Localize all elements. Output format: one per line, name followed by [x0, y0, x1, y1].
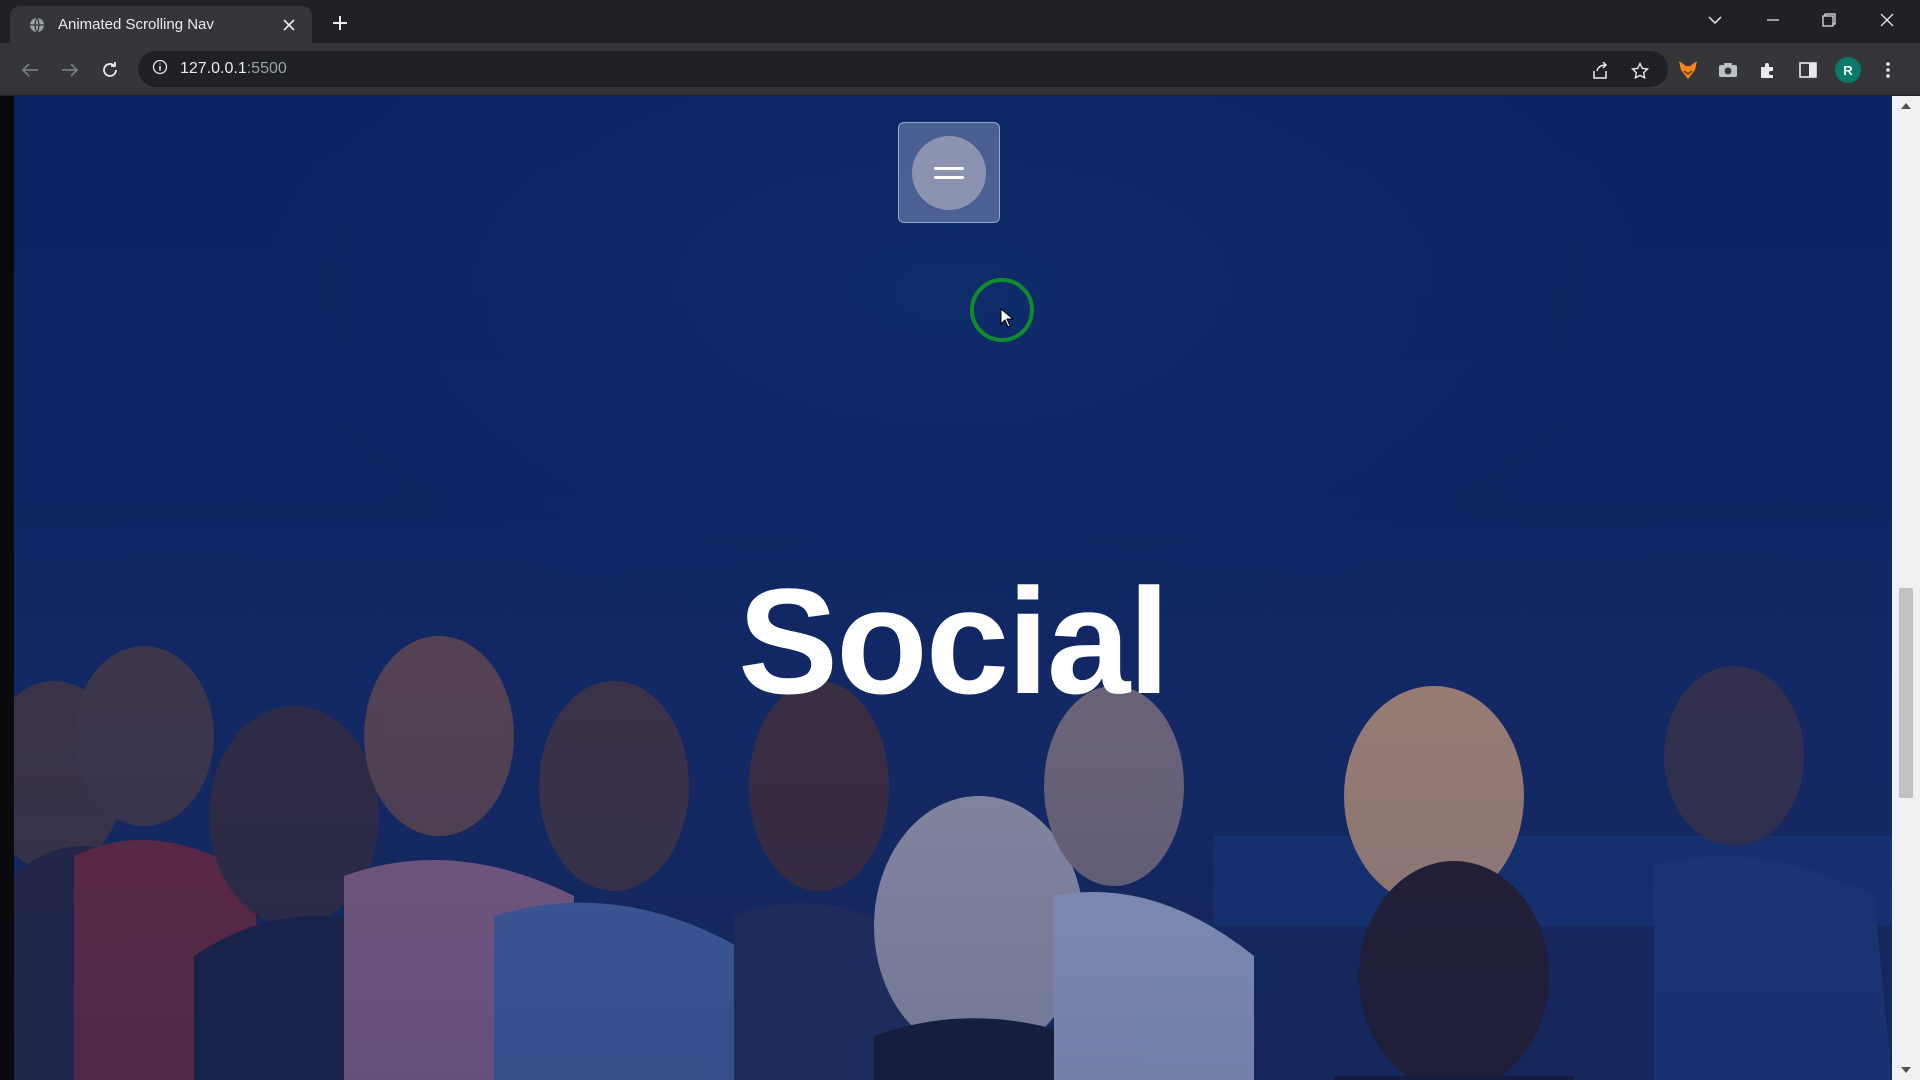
hero-section: Social — [14, 96, 1892, 1080]
avatar: R — [1835, 57, 1861, 83]
reload-button[interactable] — [94, 54, 126, 86]
reload-icon — [103, 62, 117, 77]
puzzle-icon[interactable] — [1752, 54, 1784, 86]
arrow-right-icon — [62, 63, 79, 77]
close-window-button[interactable] — [1864, 0, 1910, 40]
globe-icon — [28, 16, 46, 34]
restore-icon — [1822, 13, 1836, 27]
arrow-left-icon — [21, 63, 38, 77]
browser-titlebar: Animated Scrolling Nav — [0, 0, 1920, 43]
kebab-menu-icon[interactable] — [1872, 54, 1904, 86]
share-icon[interactable] — [1584, 55, 1616, 87]
fox-extension-icon[interactable] — [1672, 54, 1704, 86]
forward-button[interactable] — [54, 54, 86, 86]
info-icon[interactable] — [152, 59, 168, 80]
vertical-scrollbar[interactable] — [1892, 96, 1920, 1080]
plus-icon — [333, 16, 347, 30]
tab-title: Animated Scrolling Nav — [58, 16, 214, 33]
address-bar[interactable]: 127.0.0.1:5500 — [138, 51, 1668, 87]
hamburger-icon — [934, 166, 964, 179]
browser-toolbar: 127.0.0.1:5500 R — [0, 43, 1920, 95]
close-icon[interactable] — [278, 14, 300, 36]
page-heading: Social — [738, 557, 1170, 725]
sidepanel-icon[interactable] — [1792, 54, 1824, 86]
scroll-down-arrow-icon[interactable] — [1892, 1060, 1920, 1080]
scroll-up-arrow-icon[interactable] — [1892, 96, 1920, 116]
minimize-icon — [1767, 19, 1779, 21]
new-tab-button[interactable] — [326, 9, 354, 37]
minimize-button[interactable] — [1750, 0, 1796, 40]
chevron-down-icon — [1708, 16, 1722, 25]
menu-toggle-button[interactable] — [912, 135, 986, 210]
browser-tab[interactable]: Animated Scrolling Nav — [10, 6, 312, 43]
close-icon — [1880, 13, 1894, 27]
tab-search-button[interactable] — [1692, 0, 1738, 40]
back-button[interactable] — [14, 54, 46, 86]
camera-extension-icon[interactable] — [1712, 54, 1744, 86]
url-port: :5500 — [246, 60, 287, 77]
nav-container — [898, 122, 1000, 223]
star-icon[interactable] — [1624, 55, 1656, 87]
profile-button[interactable]: R — [1832, 54, 1864, 86]
restore-button[interactable] — [1806, 0, 1852, 40]
url-host: 127.0.0.1 — [180, 60, 247, 77]
page-left-edge — [0, 96, 14, 1080]
scrollbar-thumb[interactable] — [1899, 588, 1913, 798]
page-viewport: Social — [0, 96, 1920, 1080]
mouse-cursor-icon — [1000, 307, 1015, 333]
